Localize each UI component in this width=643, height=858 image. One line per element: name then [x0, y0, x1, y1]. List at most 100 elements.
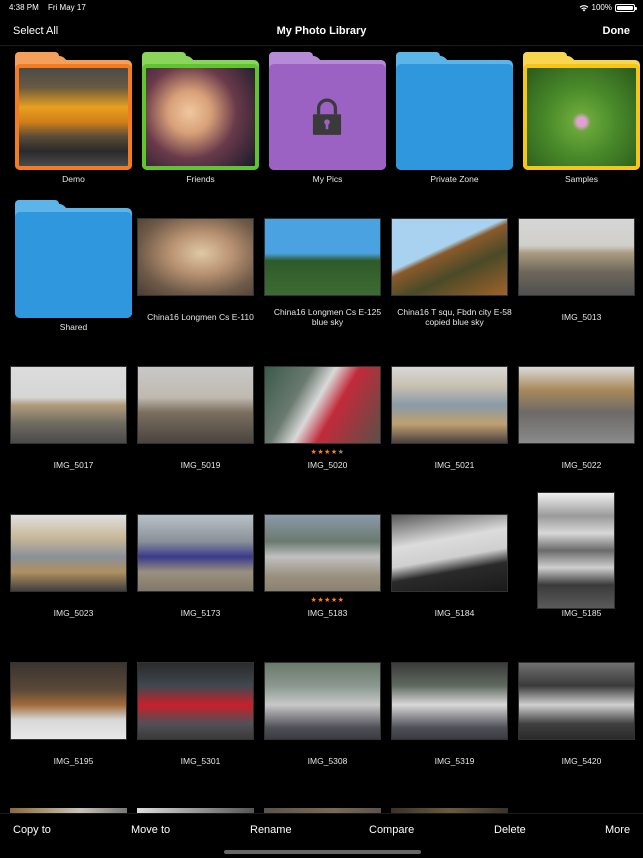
- photo-item[interactable]: China16 Longmen Cs E-110: [137, 196, 264, 344]
- lock-icon: [312, 98, 342, 135]
- folder-name: Samples: [564, 174, 599, 184]
- folder-icon: [15, 200, 132, 318]
- folder-item[interactable]: Shared: [10, 196, 137, 344]
- status-time: 4:38 PM: [9, 3, 39, 12]
- folder-icon: [523, 52, 640, 170]
- delete-button[interactable]: Delete: [494, 824, 526, 836]
- folder-thumbnail: [264, 48, 391, 170]
- photo-thumbnail: [518, 218, 635, 296]
- photo-thumbnail: [391, 662, 508, 740]
- photo-item[interactable]: IMG_5319: [391, 640, 518, 788]
- compare-button[interactable]: Compare: [369, 824, 414, 836]
- photo-item[interactable]: IMG_5021: [391, 344, 518, 492]
- folder-name: My Pics: [312, 174, 343, 184]
- photo-name: IMG_5319: [434, 756, 475, 766]
- star-filled-icon: ★: [330, 597, 338, 604]
- folder-thumbnail: [10, 196, 137, 318]
- photo-name: IMG_5021: [434, 460, 475, 470]
- party-photo: [146, 68, 255, 166]
- battery-icon: [615, 3, 637, 12]
- photo-name: IMG_5020: [307, 460, 348, 470]
- photo-thumbnail: [391, 218, 508, 296]
- photo-item[interactable]: China16 Longmen Cs E-125 blue sky: [264, 196, 391, 344]
- photo-thumbnail: [391, 366, 508, 444]
- photo-thumbnail: [137, 366, 254, 444]
- folder-icon: [142, 52, 259, 170]
- photo-item[interactable]: IMG_5185: [518, 492, 643, 640]
- folder-item[interactable]: My Pics: [264, 48, 391, 196]
- photo-thumbnail: [518, 662, 635, 740]
- rename-button[interactable]: Rename: [250, 824, 292, 836]
- folder-thumbnail: [518, 48, 643, 170]
- photo-name: IMG_5420: [561, 756, 602, 766]
- folder-item[interactable]: Friends: [137, 48, 264, 196]
- photo-name: IMG_5013: [561, 312, 602, 322]
- folder-thumbnail: [10, 48, 137, 170]
- star-empty-icon: ★: [337, 449, 345, 456]
- status-date: Fri May 17: [48, 3, 86, 12]
- photo-item[interactable]: IMG_5308: [264, 640, 391, 788]
- folder-thumbnail: [137, 48, 264, 170]
- folder-body: [396, 64, 513, 170]
- battery-percent: 100%: [591, 3, 612, 12]
- folder-body: [269, 64, 386, 170]
- photo-item[interactable]: IMG_5019: [137, 344, 264, 492]
- home-indicator[interactable]: [224, 850, 421, 854]
- photo-thumbnail: [391, 514, 508, 592]
- photo-item[interactable]: IMG_5301: [137, 640, 264, 788]
- photo-thumbnail: [264, 514, 381, 592]
- photo-thumbnail: [10, 662, 127, 740]
- folder-icon: [269, 52, 386, 170]
- folder-item[interactable]: Demo: [10, 48, 137, 196]
- copy-to-button[interactable]: Copy to: [13, 824, 51, 836]
- folder-thumbnail: [391, 48, 518, 170]
- folder-icon: [396, 52, 513, 170]
- folder-body: [142, 64, 259, 170]
- star-rating: ★★★★★: [264, 596, 391, 604]
- select-all-button[interactable]: Select All: [13, 25, 58, 37]
- photo-item[interactable]: ★★★★★ IMG_5183: [264, 492, 391, 640]
- navigation-bar: Select All My Photo Library Done: [0, 16, 643, 46]
- photo-thumbnail: [264, 218, 381, 296]
- photo-library-grid[interactable]: Demo Friends My Pics Private Zone Samples Sha…: [0, 46, 643, 813]
- status-bar: 4:38 PM Fri May 17 100%: [0, 0, 643, 16]
- photo-thumbnail: [264, 366, 381, 444]
- photo-name: China16 Longmen Cs E-110: [147, 312, 254, 322]
- bottom-toolbar: Copy to Move to Rename Compare Delete Mo…: [0, 813, 643, 858]
- photo-name: IMG_5023: [53, 608, 94, 618]
- folder-name: Demo: [62, 174, 85, 184]
- photo-item[interactable]: IMG_5173: [137, 492, 264, 640]
- photo-name: IMG_5185: [561, 608, 602, 618]
- photo-thumbnail: [10, 366, 127, 444]
- photo-item[interactable]: China16 T squ, Fbdn city E-58 copied blu…: [391, 196, 518, 344]
- photo-name: IMG_5301: [180, 756, 221, 766]
- photo-name: IMG_5017: [53, 460, 94, 470]
- done-button[interactable]: Done: [603, 25, 631, 37]
- photo-item[interactable]: IMG_5023: [10, 492, 137, 640]
- folder-name: Private Zone: [430, 174, 479, 184]
- folder-name: Friends: [186, 174, 215, 184]
- star-filled-icon: ★: [324, 597, 331, 604]
- photo-name: IMG_5308: [307, 756, 348, 766]
- wifi-icon: [579, 4, 588, 11]
- folder-body: [523, 64, 640, 170]
- folder-item[interactable]: Private Zone: [391, 48, 518, 196]
- page-title: My Photo Library: [276, 25, 367, 37]
- photo-item[interactable]: IMG_5420: [518, 640, 643, 788]
- photo-item[interactable]: IMG_5184: [391, 492, 518, 640]
- photo-name: IMG_5195: [53, 756, 94, 766]
- sunset-photo: [19, 68, 128, 166]
- status-indicators: 100%: [579, 3, 637, 12]
- photo-item[interactable]: IMG_5013: [518, 196, 643, 344]
- photo-name: China16 Longmen Cs E-125 blue sky: [273, 307, 382, 327]
- photo-thumbnail: [137, 218, 254, 296]
- folder-item[interactable]: Samples: [518, 48, 643, 196]
- more-button[interactable]: More: [605, 824, 630, 836]
- star-filled-icon: ★: [330, 449, 338, 456]
- photo-name: IMG_5183: [307, 608, 348, 618]
- photo-item[interactable]: IMG_5022: [518, 344, 643, 492]
- move-to-button[interactable]: Move to: [131, 824, 170, 836]
- photo-item[interactable]: IMG_5017: [10, 344, 137, 492]
- photo-item[interactable]: IMG_5195: [10, 640, 137, 788]
- photo-item[interactable]: ★★★★★ IMG_5020: [264, 344, 391, 492]
